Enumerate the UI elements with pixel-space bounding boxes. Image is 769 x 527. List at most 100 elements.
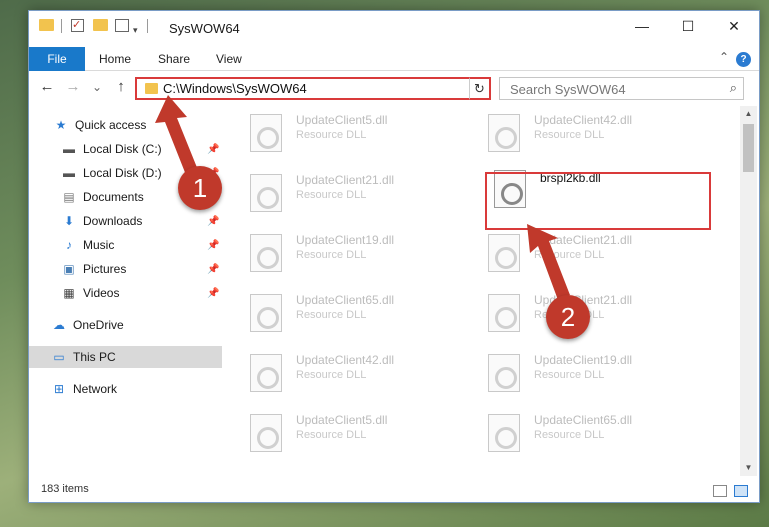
file-name: UpdateClient19.dll xyxy=(534,353,633,367)
close-button[interactable]: ✕ xyxy=(711,11,757,42)
forward-button[interactable]: → xyxy=(63,77,83,97)
dll-file-icon xyxy=(488,234,520,272)
pin-icon[interactable]: 📌 xyxy=(207,216,219,227)
file-item[interactable]: UpdateClient5.dll Resource DLL xyxy=(222,106,447,156)
file-item[interactable]: UpdateClient21.dll Resource DLL xyxy=(460,226,685,276)
sidebar-item-label: This PC xyxy=(73,350,116,364)
file-name: UpdateClient21.dll xyxy=(534,233,633,247)
dll-file-icon xyxy=(488,294,520,332)
dll-file-icon xyxy=(488,354,520,392)
scroll-thumb[interactable] xyxy=(743,124,754,172)
sidebar-item-label: Local Disk (D:) xyxy=(83,166,162,180)
file-type: Resource DLL xyxy=(296,189,367,201)
sidebar-item-this-pc[interactable]: ▭ This PC xyxy=(29,346,222,368)
dll-file-icon xyxy=(250,354,282,392)
file-highlight-box xyxy=(485,172,711,230)
explorer-window: ✓ ▾ SysWOW64 — ☐ ✕ File Home Share View … xyxy=(28,10,760,503)
step-1-badge: 1 xyxy=(178,166,222,210)
scroll-up-icon[interactable]: ▲ xyxy=(740,106,757,122)
computer-icon: ▭ xyxy=(53,350,65,364)
sidebar-item-label: Music xyxy=(83,238,115,252)
toolbar-separator xyxy=(147,19,148,33)
navigation-bar: ← → ⌄ ↑ C:\Windows\SysWOW64 ⌄ ↻ Search S… xyxy=(29,73,759,103)
music-icon: ♪ xyxy=(66,238,72,252)
vertical-scrollbar[interactable]: ▲ ▼ xyxy=(740,106,757,476)
file-item[interactable]: UpdateClient65.dll Resource DLL xyxy=(222,286,447,336)
minimize-button[interactable]: — xyxy=(619,11,665,42)
file-item[interactable]: UpdateClient42.dll Resource DLL xyxy=(460,106,685,156)
sidebar-item-label: Local Disk (C:) xyxy=(83,142,162,156)
up-button[interactable]: ↑ xyxy=(111,77,131,97)
pictures-icon: ▣ xyxy=(63,262,75,276)
file-name: UpdateClient42.dll xyxy=(534,113,633,127)
star-icon: ★ xyxy=(55,118,67,132)
sidebar-item-label: Network xyxy=(73,382,118,396)
back-button[interactable]: ← xyxy=(37,77,57,97)
address-path[interactable]: C:\Windows\SysWOW64 xyxy=(163,81,307,96)
tab-view[interactable]: View xyxy=(216,47,242,71)
downloads-icon: ⬇ xyxy=(63,214,75,228)
dll-file-icon xyxy=(250,234,282,272)
sidebar-item-label: Downloads xyxy=(83,214,143,228)
dll-file-icon xyxy=(250,174,282,212)
file-type: Resource DLL xyxy=(534,369,605,381)
file-item[interactable]: UpdateClient21.dll Resource DLL xyxy=(222,166,447,216)
chevron-down-icon[interactable]: ▾ xyxy=(133,21,138,39)
dll-file-icon xyxy=(488,414,520,452)
sidebar-item-local-disk-c[interactable]: ▬ Local Disk (C:) 📌 xyxy=(29,138,222,160)
pin-icon[interactable]: 📌 xyxy=(207,288,219,299)
file-type: Resource DLL xyxy=(296,249,367,261)
file-item[interactable]: UpdateClient5.dll Resource DLL xyxy=(222,406,447,456)
maximize-button[interactable]: ☐ xyxy=(665,11,711,42)
file-item[interactable]: UpdateClient19.dll Resource DLL xyxy=(222,226,447,276)
file-name: UpdateClient5.dll xyxy=(296,113,388,127)
sidebar-item-label: OneDrive xyxy=(73,318,124,332)
pin-icon[interactable]: 📌 xyxy=(207,144,219,155)
file-list: UpdateClient5.dll Resource DLL UpdateCli… xyxy=(222,106,742,476)
file-item[interactable]: UpdateClient65.dll Resource DLL xyxy=(460,406,685,456)
window-title: SysWOW64 xyxy=(169,21,240,36)
pin-icon[interactable]: 📌 xyxy=(207,240,219,251)
help-icon[interactable]: ? xyxy=(736,52,751,67)
file-type: Resource DLL xyxy=(534,129,605,141)
dll-file-icon xyxy=(250,414,282,452)
file-type: Resource DLL xyxy=(534,249,605,261)
properties-check-icon[interactable]: ✓ xyxy=(71,19,84,32)
dll-file-icon xyxy=(250,114,282,152)
tab-file[interactable]: File xyxy=(29,47,85,71)
sidebar-item-network[interactable]: ⊞ Network xyxy=(29,378,222,400)
file-item[interactable]: UpdateClient19.dll Resource DLL xyxy=(460,346,685,396)
tab-share[interactable]: Share xyxy=(158,47,190,71)
folder-icon[interactable] xyxy=(39,19,54,31)
search-input[interactable]: Search SysWOW64 ⌕ xyxy=(499,77,744,100)
recent-locations-button[interactable]: ⌄ xyxy=(87,77,107,97)
sidebar-item-quick-access[interactable]: ★ Quick access xyxy=(29,114,222,136)
file-type: Resource DLL xyxy=(534,429,605,441)
status-bar: 183 items xyxy=(29,477,759,503)
cloud-icon: ☁ xyxy=(53,318,65,332)
file-item[interactable]: UpdateClient42.dll Resource DLL xyxy=(222,346,447,396)
details-view-icon[interactable] xyxy=(713,485,727,497)
sidebar-item-videos[interactable]: ▦ Videos 📌 xyxy=(29,282,222,304)
item-count: 183 items xyxy=(41,483,89,495)
file-name: UpdateClient42.dll xyxy=(296,353,395,367)
file-name: UpdateClient5.dll xyxy=(296,413,388,427)
sidebar-item-label: Documents xyxy=(83,190,144,204)
search-icon[interactable]: ⌕ xyxy=(730,80,737,96)
scroll-down-icon[interactable]: ▼ xyxy=(740,460,757,476)
tab-home[interactable]: Home xyxy=(99,47,131,71)
customize-toolbar-icon[interactable] xyxy=(115,19,129,32)
refresh-button[interactable]: ↻ xyxy=(469,77,491,100)
sidebar-item-pictures[interactable]: ▣ Pictures 📌 xyxy=(29,258,222,280)
chevron-up-icon[interactable]: ⌃ xyxy=(719,50,729,64)
sidebar-item-downloads[interactable]: ⬇ Downloads 📌 xyxy=(29,210,222,232)
tiles-view-icon[interactable] xyxy=(734,485,748,497)
ribbon-tabs: File Home Share View ⌃ ? xyxy=(29,47,759,71)
file-name: UpdateClient65.dll xyxy=(534,413,633,427)
address-bar[interactable]: C:\Windows\SysWOW64 ⌄ xyxy=(135,77,490,100)
sidebar-item-music[interactable]: ♪ Music 📌 xyxy=(29,234,222,256)
new-folder-icon[interactable] xyxy=(93,19,108,31)
sidebar-item-onedrive[interactable]: ☁ OneDrive xyxy=(29,314,222,336)
dll-file-icon xyxy=(488,114,520,152)
pin-icon[interactable]: 📌 xyxy=(207,264,219,275)
